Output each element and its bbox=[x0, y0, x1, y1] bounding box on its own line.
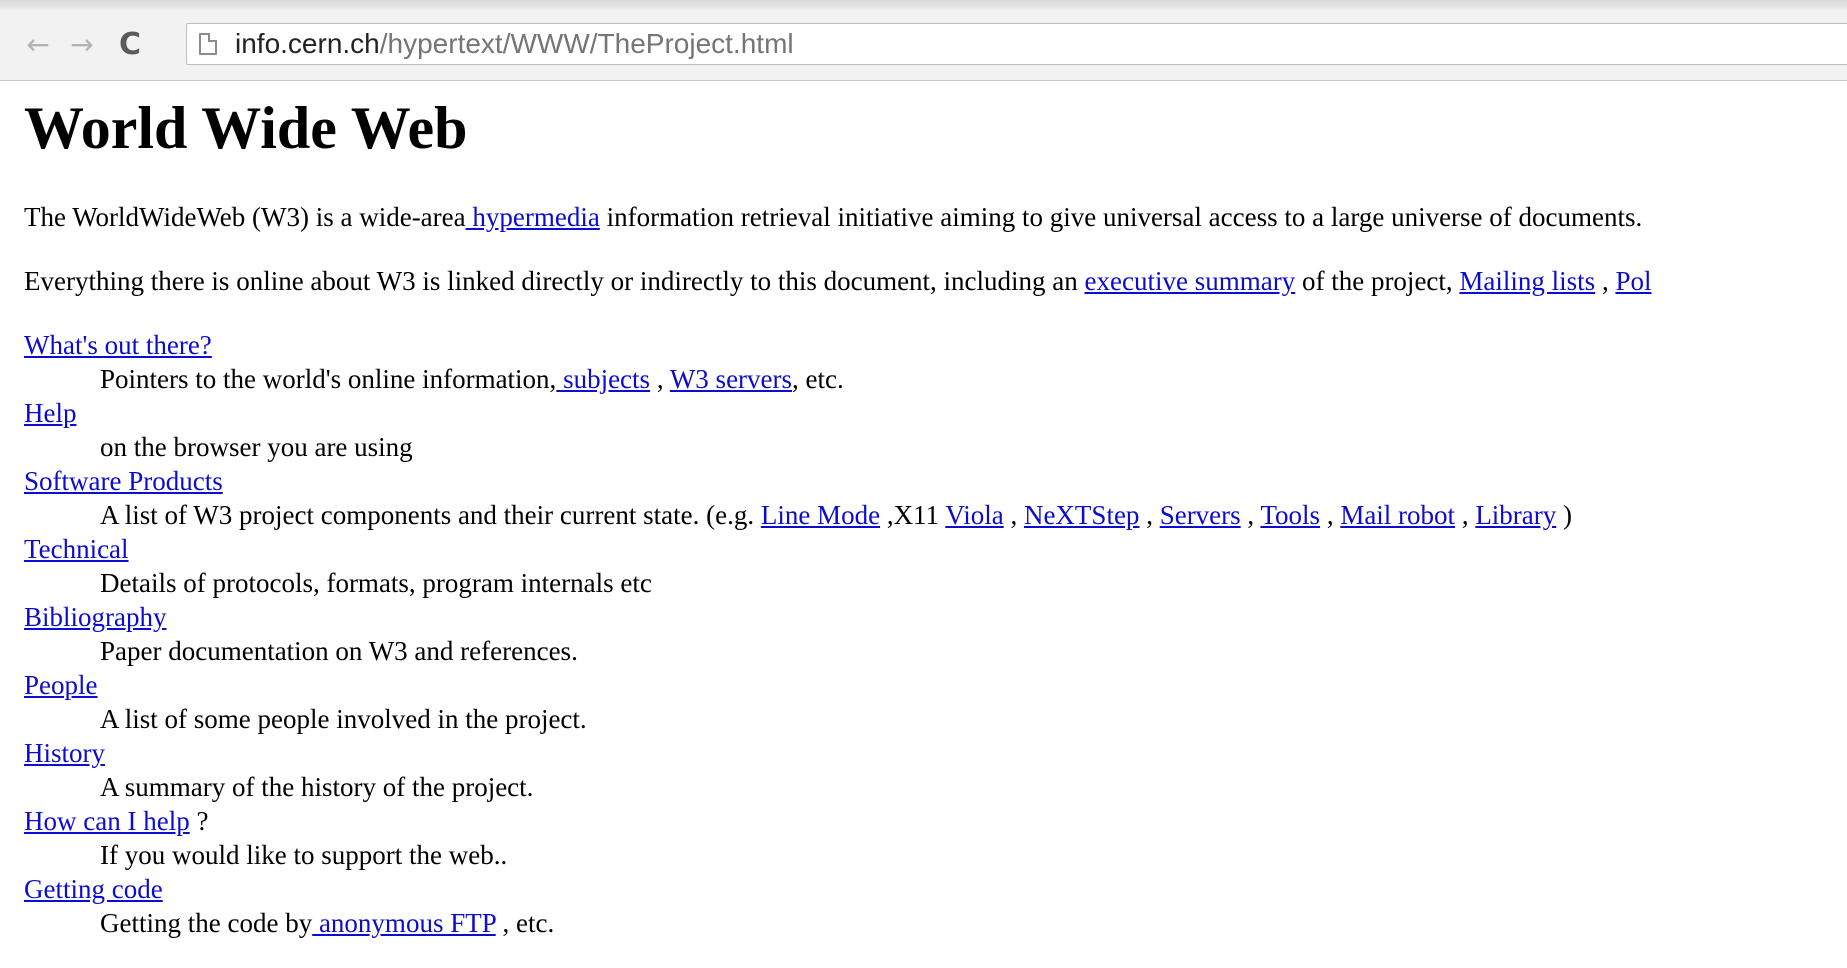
list-description: Details of protocols, formats, program i… bbox=[100, 568, 652, 598]
list-term: Getting code bbox=[24, 872, 1847, 906]
people-link[interactable]: People bbox=[24, 670, 98, 700]
summary-text-mid: of the project, bbox=[1295, 266, 1460, 296]
page-title: World Wide Web bbox=[24, 95, 468, 161]
desc-text-end: , etc. bbox=[495, 908, 555, 938]
summary-separator: , bbox=[1595, 266, 1616, 296]
reload-icon[interactable]: C bbox=[112, 26, 148, 62]
list-description: A summary of the history of the project. bbox=[100, 772, 534, 802]
history-link[interactable]: History bbox=[24, 738, 105, 768]
list-term: How can I help ? bbox=[24, 804, 1847, 838]
browser-toolbar: ← → C info.cern.ch/hypertext/WWW/TheProj… bbox=[0, 10, 1847, 81]
list-term: Software Products bbox=[24, 464, 1847, 498]
list-term: Technical bbox=[24, 532, 1847, 566]
desc-separator: , bbox=[1455, 500, 1476, 530]
executive-summary-link[interactable]: executive summary bbox=[1085, 266, 1296, 296]
tools-link[interactable]: Tools bbox=[1260, 500, 1320, 530]
intro-text-end: information retrieval initiative aiming … bbox=[599, 202, 1643, 232]
desc-separator: , bbox=[650, 364, 670, 394]
term-suffix: ? bbox=[189, 806, 209, 836]
list-description: Getting the code by anonymous FTP , etc. bbox=[100, 906, 1847, 940]
list-description: A list of some people involved in the pr… bbox=[100, 704, 587, 734]
servers-link[interactable]: Servers bbox=[1160, 500, 1241, 530]
page-icon bbox=[199, 33, 217, 55]
list-term: History bbox=[24, 736, 1847, 770]
list-description: on the browser you are using bbox=[100, 432, 413, 462]
how-can-i-help-link[interactable]: How can I help bbox=[24, 806, 190, 836]
list-term: Help bbox=[24, 396, 1847, 430]
viola-link[interactable]: Viola bbox=[945, 500, 1003, 530]
desc-text-end: , etc. bbox=[792, 364, 844, 394]
hypermedia-link[interactable]: hypermedia bbox=[466, 202, 599, 232]
desc-separator: , bbox=[1320, 500, 1341, 530]
list-description: Paper documentation on W3 and references… bbox=[100, 636, 578, 666]
library-link[interactable]: Library bbox=[1475, 500, 1556, 530]
browser-window: ← → C info.cern.ch/hypertext/WWW/TheProj… bbox=[0, 0, 1847, 968]
desc-separator: , bbox=[1139, 500, 1160, 530]
list-description: A list of W3 project components and thei… bbox=[100, 498, 1847, 532]
technical-link[interactable]: Technical bbox=[24, 534, 129, 564]
desc-separator: , bbox=[1240, 500, 1261, 530]
help-link[interactable]: Help bbox=[24, 398, 76, 428]
url-host: info.cern.ch bbox=[235, 28, 380, 59]
x11-text: ,X11 bbox=[880, 500, 946, 530]
url-text[interactable]: info.cern.ch/hypertext/WWW/TheProject.ht… bbox=[235, 24, 794, 64]
address-bar[interactable]: info.cern.ch/hypertext/WWW/TheProject.ht… bbox=[186, 23, 1847, 65]
back-arrow-icon[interactable]: ← bbox=[20, 26, 56, 62]
nextstep-link[interactable]: NeXTStep bbox=[1024, 500, 1139, 530]
forward-arrow-icon[interactable]: → bbox=[64, 26, 100, 62]
mail-robot-link[interactable]: Mail robot bbox=[1340, 500, 1455, 530]
desc-close: ) bbox=[1556, 500, 1573, 530]
getting-code-link[interactable]: Getting code bbox=[24, 874, 163, 904]
list-term: What's out there? bbox=[24, 328, 1847, 362]
w3-servers-link[interactable]: W3 servers bbox=[670, 364, 792, 394]
mailing-lists-link[interactable]: Mailing lists bbox=[1459, 266, 1595, 296]
subjects-link[interactable]: subjects bbox=[556, 364, 650, 394]
list-term: People bbox=[24, 668, 1847, 702]
whats-out-there-link[interactable]: What's out there? bbox=[24, 330, 212, 360]
url-path: /hypertext/WWW/TheProject.html bbox=[379, 28, 794, 59]
software-products-link[interactable]: Software Products bbox=[24, 466, 223, 496]
intro-paragraph: The WorldWideWeb (W3) is a wide-area hyp… bbox=[24, 200, 1847, 234]
list-term: Bibliography bbox=[24, 600, 1847, 634]
summary-paragraph: Everything there is online about W3 is l… bbox=[24, 264, 1847, 298]
desc-text: A list of W3 project components and thei… bbox=[100, 500, 761, 530]
list-description: Pointers to the world's online informati… bbox=[100, 362, 1847, 396]
list-description: If you would like to support the web.. bbox=[100, 840, 508, 870]
policy-link[interactable]: Pol bbox=[1615, 266, 1651, 296]
bibliography-link[interactable]: Bibliography bbox=[24, 602, 167, 632]
intro-text: The WorldWideWeb (W3) is a wide-area bbox=[24, 202, 466, 232]
line-mode-link[interactable]: Line Mode bbox=[761, 500, 880, 530]
desc-separator: , bbox=[1003, 500, 1024, 530]
summary-text: Everything there is online about W3 is l… bbox=[24, 266, 1085, 296]
topic-list: What's out there? Pointers to the world'… bbox=[24, 328, 1847, 940]
desc-text: Pointers to the world's online informati… bbox=[100, 364, 557, 394]
page-content: World Wide Web The WorldWideWeb (W3) is … bbox=[24, 80, 1847, 940]
desc-text: Getting the code by bbox=[100, 908, 313, 938]
anonymous-ftp-link[interactable]: anonymous FTP bbox=[312, 908, 496, 938]
